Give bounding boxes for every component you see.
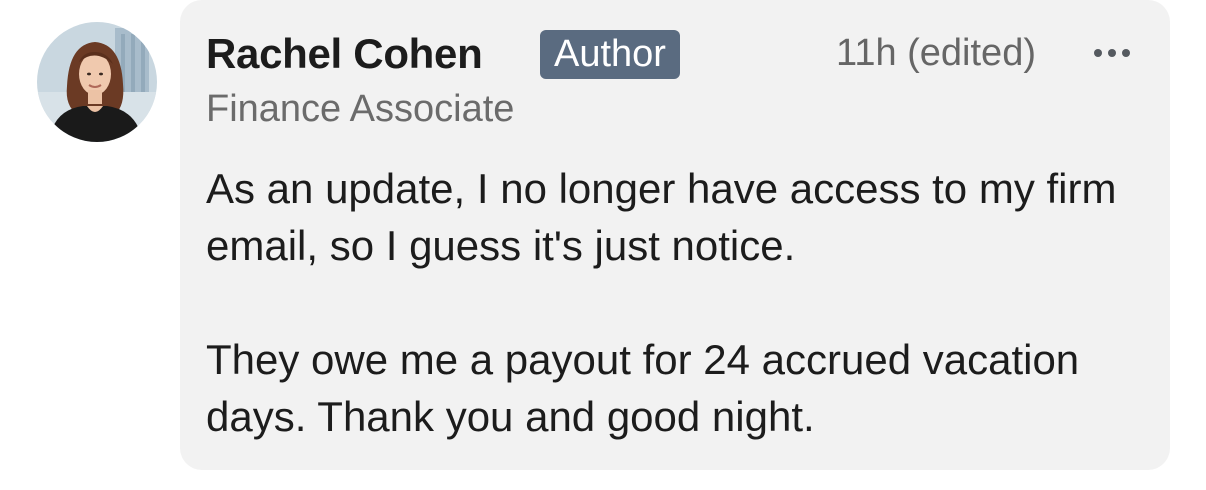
- more-options-button[interactable]: [1086, 30, 1138, 76]
- comment-paragraph: As an update, I no longer have access to…: [206, 165, 1117, 269]
- comment-bubble: Rachel Cohen Author 11h (edited) Finance…: [180, 0, 1170, 470]
- comment-body: As an update, I no longer have access to…: [206, 160, 1146, 445]
- avatar[interactable]: [37, 22, 157, 142]
- ellipsis-icon: [1108, 49, 1116, 57]
- author-name[interactable]: Rachel Cohen: [206, 30, 483, 78]
- comment: Rachel Cohen Author 11h (edited) Finance…: [0, 0, 1206, 490]
- ellipsis-icon: [1122, 49, 1130, 57]
- author-title: Finance Associate: [206, 88, 515, 130]
- comment-paragraph: They owe me a payout for 24 accrued vaca…: [206, 336, 1080, 440]
- timestamp: 11h (edited): [836, 32, 1036, 74]
- profile-photo-icon: [37, 22, 157, 142]
- author-badge: Author: [540, 30, 680, 79]
- ellipsis-icon: [1094, 49, 1102, 57]
